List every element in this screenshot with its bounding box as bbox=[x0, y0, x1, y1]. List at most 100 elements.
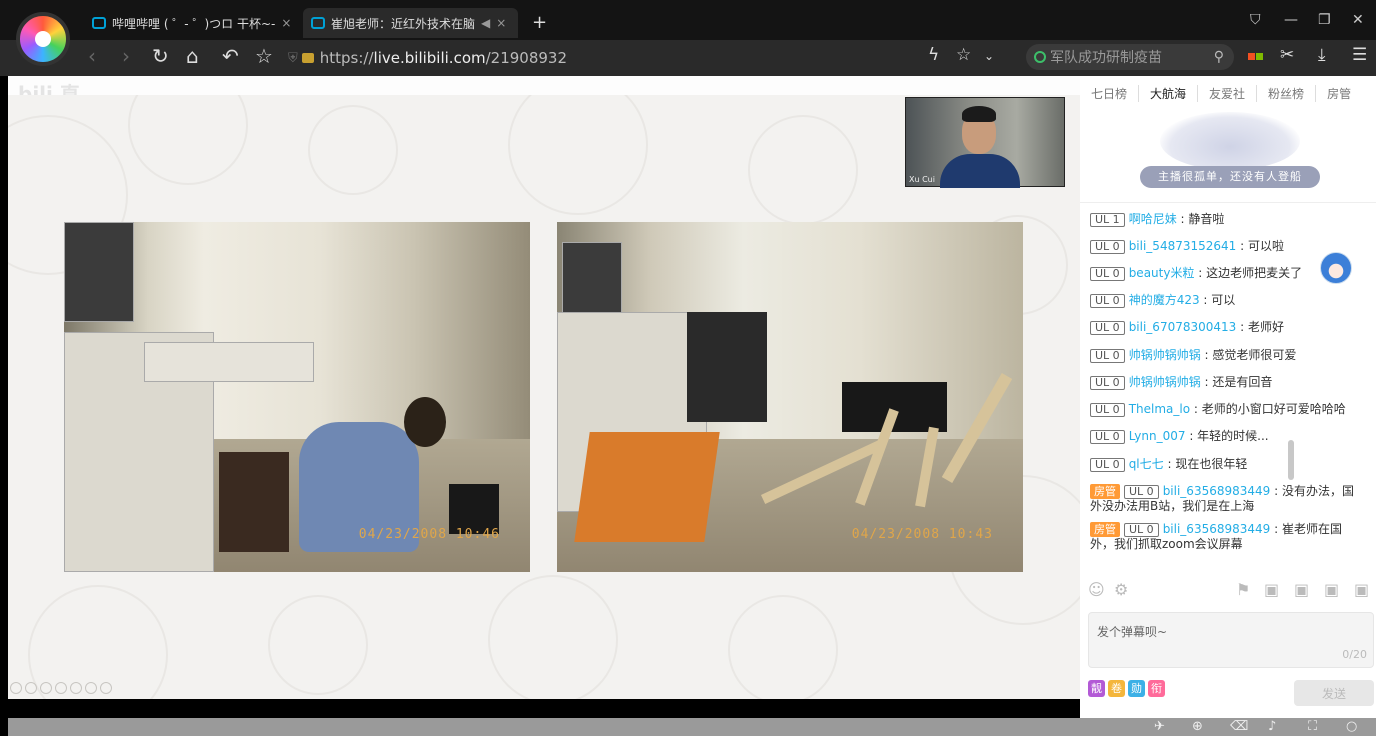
volume-icon[interactable]: ♪ bbox=[1268, 719, 1276, 734]
tab-audio-icon[interactable]: ◀ bbox=[481, 16, 490, 30]
star-icon[interactable]: ☆ bbox=[255, 44, 273, 68]
bg-circle bbox=[508, 95, 648, 215]
url-host: live.bilibili.com bbox=[373, 49, 486, 67]
chat-username[interactable]: Lynn_007 bbox=[1129, 429, 1186, 443]
chat-username[interactable]: 帅锅帅锅帅锅 bbox=[1129, 348, 1201, 362]
address-bar[interactable]: ⛨ https://live.bilibili.com/21908932 bbox=[288, 45, 1008, 71]
window-icon[interactable]: ▣ bbox=[1324, 580, 1339, 599]
chat-username[interactable]: beauty米粒 bbox=[1129, 266, 1195, 280]
medal-badges: 靓 卷 勋 衔 bbox=[1088, 680, 1165, 697]
tab-friends[interactable]: 友爱社 bbox=[1198, 84, 1258, 102]
fullscreen-icon[interactable]: ⛶ bbox=[1308, 719, 1317, 734]
menu-icon[interactable]: ☰ bbox=[1352, 45, 1367, 65]
apps-icon[interactable] bbox=[1248, 45, 1263, 65]
clip-icon[interactable]: ⚑ bbox=[1236, 580, 1250, 599]
chat-username[interactable]: bili_63568983449 bbox=[1163, 484, 1271, 498]
palette-icon[interactable]: ⚙ bbox=[1114, 580, 1128, 599]
user-level-badge: UL 0 bbox=[1124, 523, 1159, 537]
tab-fans[interactable]: 粉丝榜 bbox=[1257, 84, 1317, 102]
rocket-icon[interactable]: ✈ bbox=[1154, 719, 1165, 734]
chat-separator: : bbox=[1270, 522, 1282, 536]
divider bbox=[1080, 202, 1376, 203]
gift-icon[interactable]: ⊕ bbox=[1192, 719, 1203, 734]
slide-photo-1: 04/23/2008 10:46 bbox=[64, 222, 530, 572]
chat-username[interactable]: 神的魔方423 bbox=[1129, 293, 1200, 307]
url-path: /21908932 bbox=[485, 49, 568, 67]
back-icon[interactable]: ‹ bbox=[88, 44, 96, 68]
control-icon[interactable] bbox=[40, 682, 52, 694]
minimize-icon[interactable]: — bbox=[1284, 12, 1298, 28]
avatar[interactable] bbox=[1320, 252, 1352, 284]
bg-circle bbox=[488, 575, 618, 699]
tab-bilibili-home[interactable]: 哔哩哔哩 ( ゜- ゜)つロ 干杯~- × bbox=[92, 12, 297, 34]
control-icon[interactable] bbox=[100, 682, 112, 694]
bg-circle bbox=[268, 595, 368, 695]
emoji-icon[interactable]: ☺ bbox=[1088, 580, 1105, 599]
tab-close-icon[interactable]: × bbox=[281, 16, 291, 30]
window-icon[interactable]: ▣ bbox=[1294, 580, 1309, 599]
chat-message: UL 0 ql七七 : 现在也很年轻 bbox=[1090, 457, 1360, 472]
control-icon[interactable] bbox=[25, 682, 37, 694]
chat-username[interactable]: 啊哈尼妹 bbox=[1129, 212, 1177, 226]
trash-icon[interactable]: ⌫ bbox=[1230, 719, 1248, 734]
medal-badge[interactable]: 衔 bbox=[1148, 680, 1165, 697]
presenter-body bbox=[940, 154, 1020, 188]
undo-icon[interactable]: ↶ bbox=[222, 44, 239, 68]
chat-text: 可以 bbox=[1211, 293, 1236, 307]
chat-username[interactable]: bili_54873152641 bbox=[1129, 239, 1237, 253]
chat-username[interactable]: Thelma_lo bbox=[1129, 402, 1190, 416]
restore-icon[interactable]: ❐ bbox=[1318, 12, 1331, 28]
bookmark-star-icon[interactable]: ☆ bbox=[956, 45, 971, 65]
medal-badge[interactable]: 卷 bbox=[1108, 680, 1125, 697]
tab-admins[interactable]: 房管 bbox=[1316, 85, 1362, 102]
window-icon[interactable]: ▣ bbox=[1354, 580, 1369, 599]
chat-text: 老师好 bbox=[1247, 320, 1284, 334]
browser-logo-icon[interactable] bbox=[16, 12, 70, 66]
home-icon[interactable]: ⌂ bbox=[186, 44, 199, 68]
tab-guard[interactable]: 大航海 bbox=[1139, 84, 1199, 102]
chat-message: UL 0 帅锅帅锅帅锅 : 感觉老师很可爱 bbox=[1090, 348, 1360, 363]
control-icon[interactable] bbox=[10, 682, 22, 694]
control-icon[interactable] bbox=[85, 682, 97, 694]
medal-badge[interactable]: 勋 bbox=[1128, 680, 1145, 697]
danmaku-input[interactable] bbox=[1089, 613, 1373, 651]
chat-message: UL 0 bili_67078300413 : 老师好 bbox=[1090, 320, 1360, 335]
tab-live-room[interactable]: 崔旭老师：近红外技术在脑 ◀ × bbox=[303, 8, 518, 38]
cut-icon[interactable]: ✂ bbox=[1280, 45, 1294, 65]
chevron-down-icon[interactable]: ⌄ bbox=[984, 49, 994, 63]
tab-weekly-rank[interactable]: 七日榜 bbox=[1080, 84, 1140, 102]
fleet-banner: 主播很孤单，还没有人登船 bbox=[1140, 166, 1320, 188]
lightning-icon[interactable]: ϟ bbox=[928, 45, 939, 65]
control-icon[interactable] bbox=[55, 682, 67, 694]
control-icon[interactable] bbox=[70, 682, 82, 694]
tab-close-icon[interactable]: × bbox=[496, 16, 506, 30]
chat-username[interactable]: bili_67078300413 bbox=[1129, 320, 1237, 334]
search-box[interactable]: 军队成功研制疫苗 ⚲ bbox=[1026, 44, 1234, 70]
chat-text: 可以啦 bbox=[1247, 239, 1284, 253]
medal-badge[interactable]: 靓 bbox=[1088, 680, 1105, 697]
chat-scrollbar[interactable] bbox=[1288, 440, 1294, 480]
chat-username[interactable]: ql七七 bbox=[1129, 457, 1164, 471]
chat-message: UL 0 神的魔方423 : 可以 bbox=[1090, 293, 1360, 308]
chat-separator: : bbox=[1176, 212, 1189, 226]
settings-icon[interactable]: ○ bbox=[1346, 719, 1357, 734]
search-icon[interactable]: ⚲ bbox=[1214, 49, 1224, 65]
skin-icon[interactable]: ⛉ bbox=[1250, 12, 1261, 28]
danmaku-input-box[interactable]: 0/20 bbox=[1088, 612, 1374, 668]
download-icon[interactable]: ⤓ bbox=[1318, 45, 1326, 65]
reload-icon[interactable]: ↻ bbox=[152, 44, 169, 68]
chat-separator: : bbox=[1190, 402, 1202, 416]
close-window-icon[interactable]: ✕ bbox=[1352, 12, 1364, 28]
admin-badge: 房管 bbox=[1090, 484, 1120, 499]
chat-tools: ☺ ⚙ ⚑ ▣ ▣ ▣ ▣ bbox=[1080, 580, 1376, 602]
chat-username[interactable]: bili_63568983449 bbox=[1163, 522, 1271, 536]
chat-text: 还是有回音 bbox=[1212, 375, 1273, 389]
slide-controls bbox=[10, 682, 112, 696]
forward-icon[interactable]: › bbox=[122, 44, 130, 68]
new-tab-button[interactable]: + bbox=[532, 12, 547, 33]
chat-username[interactable]: 帅锅帅锅帅锅 bbox=[1129, 375, 1201, 389]
send-button[interactable]: 发送 bbox=[1294, 680, 1374, 706]
window-icon[interactable]: ▣ bbox=[1264, 580, 1279, 599]
search-engine-icon bbox=[1034, 51, 1046, 63]
user-level-badge: UL 0 bbox=[1090, 430, 1125, 444]
